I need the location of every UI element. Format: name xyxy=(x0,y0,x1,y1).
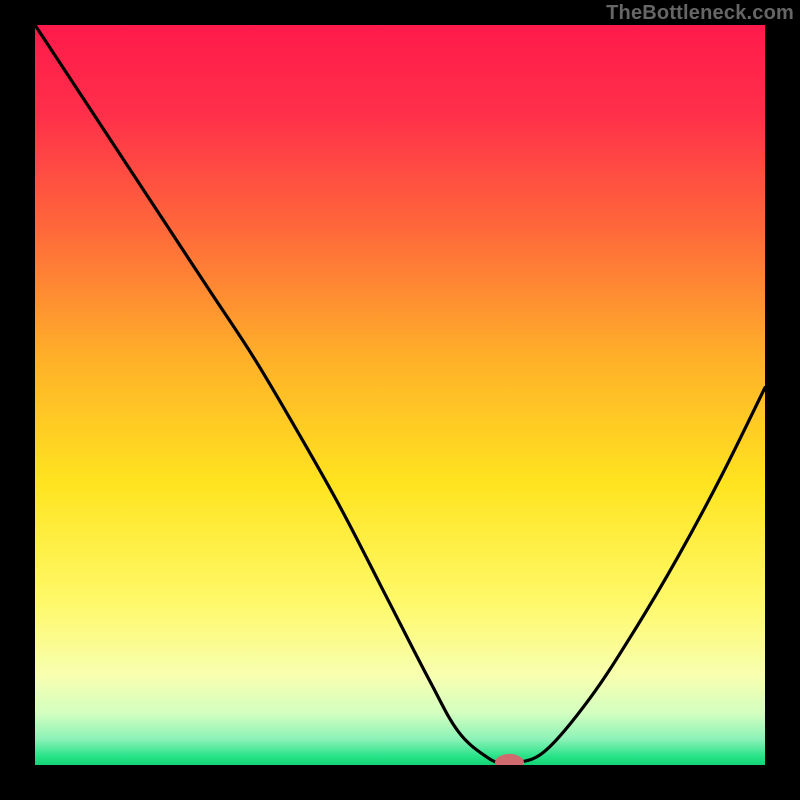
chart-frame: TheBottleneck.com xyxy=(0,0,800,800)
plot-area xyxy=(35,25,765,765)
chart-svg xyxy=(35,25,765,765)
watermark-text: TheBottleneck.com xyxy=(606,2,794,25)
gradient-background xyxy=(35,25,765,765)
